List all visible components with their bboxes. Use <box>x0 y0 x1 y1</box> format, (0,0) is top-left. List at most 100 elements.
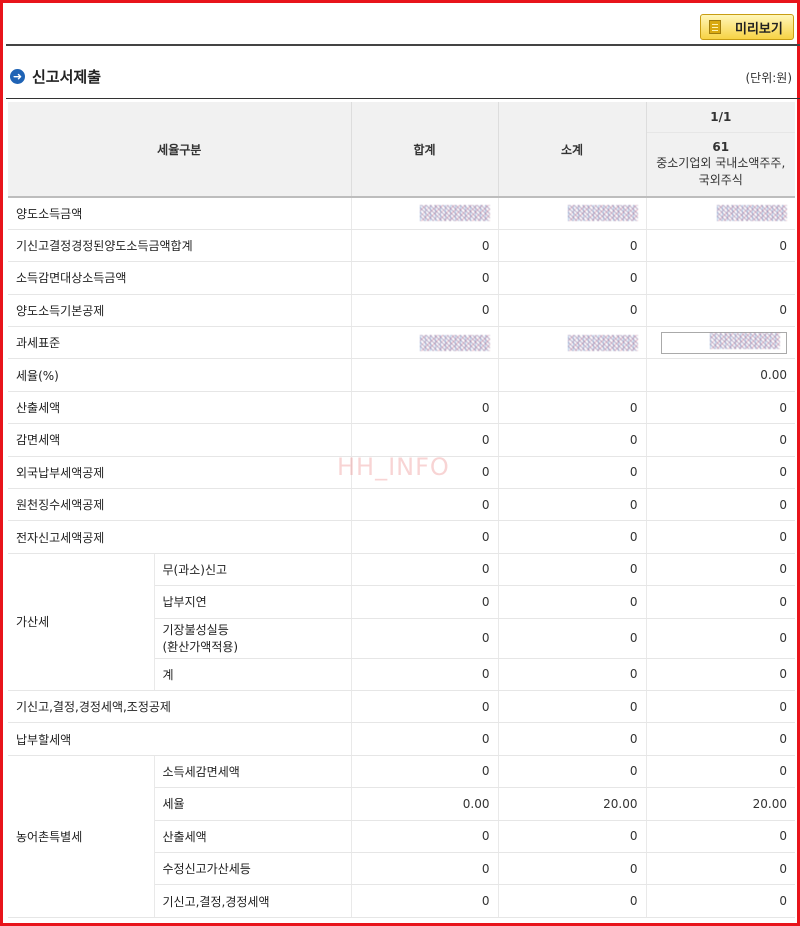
value-cell: 0 <box>645 294 796 328</box>
value-cell: 20.00 <box>645 787 796 821</box>
table-row: 과세표준 <box>8 326 796 360</box>
value-cell: 20.00 <box>497 787 647 821</box>
header-col-name: 중소기업외 국내소액주주,국외주식 <box>656 156 786 188</box>
value-cell: 0 <box>350 520 499 554</box>
row-sub-label: 소득세감면세액 <box>154 755 352 789</box>
value-cell: 0 <box>497 423 647 457</box>
value-cell <box>497 197 647 230</box>
value-cell <box>350 197 499 230</box>
unit-label: (단위:원) <box>745 71 792 85</box>
value-cell: 0 <box>497 585 647 619</box>
row-sub-label: 무(과소)신고 <box>154 553 352 587</box>
preview-button-label: 미리보기 <box>735 21 783 37</box>
row-sub-label-line: 기장불성실등 <box>162 623 229 638</box>
value-cell: 0 <box>350 618 499 659</box>
value-cell: 0 <box>645 884 796 918</box>
header-category: 세율구분 <box>8 102 352 198</box>
value-cell: 0 <box>645 722 796 756</box>
table-row: 세율(%) 0.00 <box>8 358 796 392</box>
section-header: ➜ 신고서제출 (단위:원) <box>6 61 800 99</box>
value-cell: 0 <box>497 553 647 587</box>
value-cell: 0 <box>645 423 796 457</box>
table-row: 외국납부세액공제 0 0 0 <box>8 456 796 490</box>
value-cell: 0 <box>350 294 499 328</box>
value-cell: 0 <box>645 391 796 425</box>
value-cell: 0 <box>350 690 499 724</box>
value-cell: 0 <box>350 229 499 263</box>
row-group-label: 농어촌특별세 <box>8 755 155 918</box>
value-cell: 0 <box>350 658 499 691</box>
value-cell: 0 <box>350 820 499 853</box>
value-cell: 0 <box>350 553 499 587</box>
row-label: 외국납부세액공제 <box>8 456 352 490</box>
value-cell: 0 <box>497 722 647 756</box>
value-cell: 0 <box>350 456 499 490</box>
value-cell: 0 <box>497 261 647 295</box>
value-cell: 0 <box>350 585 499 619</box>
value-cell: 0 <box>497 456 647 490</box>
row-sub-label: 수정신고가산세등 <box>154 852 352 886</box>
row-label: 과세표준 <box>8 326 352 360</box>
preview-button[interactable]: 미리보기 <box>700 14 794 40</box>
value-cell: 0 <box>497 391 647 425</box>
row-label: 기신고결정경정된양도소득금액합계 <box>8 229 352 263</box>
value-cell: 0 <box>645 585 796 619</box>
value-cell: 0 <box>350 391 499 425</box>
table-row: 원천징수세액공제 0 0 0 <box>8 488 796 522</box>
masked-value <box>567 205 638 222</box>
value-cell: 0 <box>497 658 647 691</box>
value-cell: 0 <box>350 722 499 756</box>
masked-value <box>567 334 638 351</box>
table-row: 기신고결정경정된양도소득금액합계 0 0 0 <box>8 229 796 263</box>
value-cell <box>497 358 647 392</box>
table-row: 농어촌특별세 소득세감면세액 0 0 0 <box>8 755 796 918</box>
header-page-indicator: 1/1 <box>646 102 796 133</box>
row-sub-label: 세율 <box>154 787 352 821</box>
table-row: 가산세 무(과소)신고 0 0 0 <box>8 553 796 691</box>
value-cell <box>645 326 796 360</box>
tax-base-input[interactable] <box>661 331 788 354</box>
tax-return-table: 세율구분 합계 소계 1/1 61 중소기업외 국내소액주주,국외주식 양도소득… <box>8 102 796 918</box>
value-cell: 0 <box>497 618 647 659</box>
value-cell: 0 <box>350 884 499 918</box>
value-cell: 0 <box>497 294 647 328</box>
row-sub-label-line: (환산가액적용) <box>162 640 239 655</box>
value-cell <box>350 358 499 392</box>
row-label: 세율(%) <box>8 358 352 392</box>
row-label: 산출세액 <box>8 391 352 425</box>
value-cell: 0 <box>645 690 796 724</box>
value-cell: 0 <box>645 488 796 522</box>
value-cell <box>645 261 796 295</box>
value-cell: 0 <box>497 755 647 789</box>
row-label: 감면세액 <box>8 423 352 457</box>
value-cell: 0 <box>497 884 647 918</box>
table-row: 감면세액 0 0 0 <box>8 423 796 457</box>
value-cell: 0 <box>350 852 499 886</box>
table-row: 소득감면대상소득금액 0 0 <box>8 261 796 295</box>
value-cell: 0 <box>350 423 499 457</box>
top-toolbar: 미리보기 <box>6 6 800 46</box>
row-group-label: 가산세 <box>8 553 155 691</box>
value-cell: 0 <box>350 261 499 295</box>
value-cell <box>350 326 499 360</box>
value-cell <box>645 197 796 230</box>
row-sub-label: 기신고,결정,경정세액 <box>154 884 352 918</box>
row-sub-label: 납부지연 <box>154 585 352 619</box>
value-cell: 0 <box>645 618 796 659</box>
value-cell: 0 <box>645 456 796 490</box>
row-label: 양도소득기본공제 <box>8 294 352 328</box>
value-cell: 0 <box>645 229 796 263</box>
table-row: 기신고,결정,경정세액,조정공제 0 0 0 <box>8 690 796 724</box>
value-cell: 0 <box>645 553 796 587</box>
value-cell: 0 <box>645 852 796 886</box>
arrow-right-circle-icon: ➜ <box>10 69 25 84</box>
value-cell: 0.00 <box>350 787 499 821</box>
header-col-code: 61 <box>712 140 730 155</box>
value-cell: 0 <box>645 755 796 789</box>
row-sub-label: 기장불성실등 (환산가액적용) <box>154 618 352 659</box>
masked-value <box>710 332 781 349</box>
table-row: 양도소득기본공제 0 0 0 <box>8 294 796 328</box>
table-row: 양도소득금액 <box>8 197 796 230</box>
row-label: 양도소득금액 <box>8 197 352 230</box>
value-cell: 0 <box>497 488 647 522</box>
